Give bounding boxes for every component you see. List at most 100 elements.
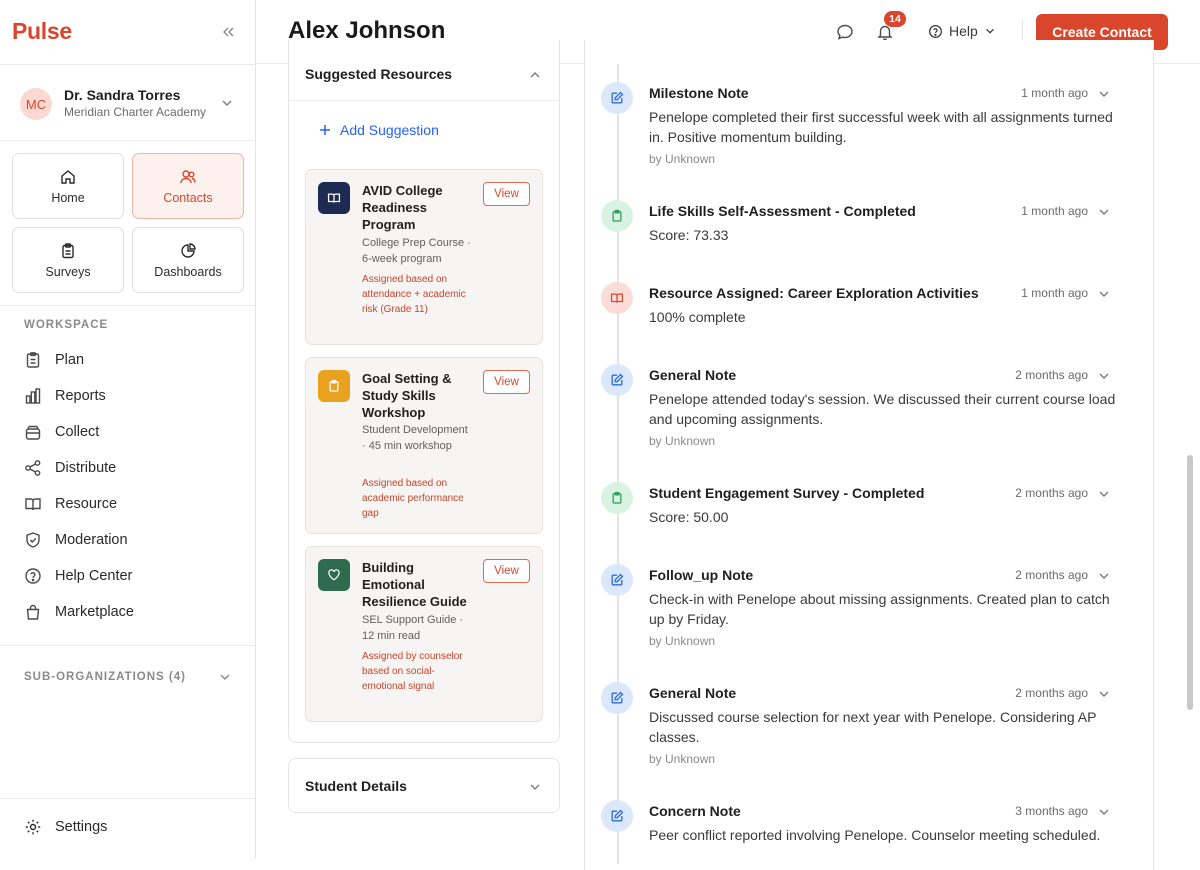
timeline-entry-author: by Unknown bbox=[649, 434, 716, 448]
chevron-down-icon[interactable] bbox=[1097, 369, 1111, 383]
tile-label: Home bbox=[51, 190, 85, 205]
chevron-down-icon[interactable] bbox=[1097, 287, 1111, 301]
timeline-entry-body: Check-in with Penelope about missing ass… bbox=[649, 591, 1110, 627]
edit-icon bbox=[601, 800, 633, 832]
timeline-entry-title: General Note bbox=[649, 685, 737, 701]
resource-reason: Assigned based on attendance + academic … bbox=[362, 274, 466, 315]
tile-contacts[interactable]: Contacts bbox=[132, 153, 244, 219]
chevron-down-icon[interactable] bbox=[528, 780, 542, 794]
nav-item-help-center[interactable]: Help Center bbox=[24, 565, 132, 587]
clipboard-icon bbox=[601, 200, 633, 232]
plus-icon bbox=[319, 124, 331, 136]
resource-meta: SEL Support Guide · 12 min read bbox=[362, 614, 464, 642]
chevron-down-icon[interactable] bbox=[1097, 687, 1111, 701]
sub-organizations-toggle[interactable]: SUB-ORGANIZATIONS (4) bbox=[24, 670, 232, 684]
shield-check-icon bbox=[24, 531, 42, 549]
nav-item-reports[interactable]: Reports bbox=[24, 385, 106, 407]
org-switcher[interactable]: MC Dr. Sandra Torres Meridian Charter Ac… bbox=[20, 86, 240, 120]
student-details-panel[interactable]: Student Details bbox=[288, 758, 560, 813]
edit-icon bbox=[601, 682, 633, 714]
chevron-down-icon[interactable] bbox=[1097, 805, 1111, 819]
clipboard-list-icon bbox=[24, 351, 42, 369]
sidebar: Pulse MC Dr. Sandra Torres Meridian Char… bbox=[0, 0, 256, 859]
tile-label: Surveys bbox=[45, 264, 91, 279]
suggested-resources-panel: Suggested Resources Add Suggestion AVID … bbox=[288, 40, 560, 743]
edit-icon bbox=[601, 82, 633, 114]
nav-item-distribute[interactable]: Distribute bbox=[24, 457, 116, 479]
book-open-icon bbox=[601, 282, 633, 314]
timeline-entry-title: Student Engagement Survey - Completed bbox=[649, 485, 925, 501]
chevron-down-icon[interactable] bbox=[1097, 205, 1111, 219]
nav-label: Marketplace bbox=[55, 604, 134, 620]
heart-icon bbox=[318, 559, 350, 591]
notification-badge: 14 bbox=[884, 11, 906, 27]
shopping-bag-icon bbox=[24, 603, 42, 621]
panel-title: Suggested Resources bbox=[305, 66, 453, 82]
help-menu[interactable]: Help bbox=[928, 23, 996, 39]
timeline-entry-time: 1 month ago bbox=[1021, 204, 1088, 218]
share-icon bbox=[24, 459, 42, 477]
timeline-entry-title: General Note bbox=[649, 367, 737, 383]
nav-label: Resource bbox=[55, 496, 118, 512]
view-button[interactable]: View bbox=[483, 182, 530, 206]
collapse-sidebar-icon[interactable] bbox=[220, 24, 236, 40]
gear-icon bbox=[24, 818, 42, 836]
resource-card: Building Emotional Resilience Guide SEL … bbox=[305, 546, 543, 722]
timeline-entry-title: Milestone Note bbox=[649, 85, 749, 101]
help-label: Help bbox=[949, 23, 978, 39]
settings-link[interactable]: Settings bbox=[24, 818, 107, 836]
settings-label: Settings bbox=[55, 819, 108, 835]
timeline-entry-body: Peer conflict reported involving Penelop… bbox=[649, 827, 1101, 843]
clipboard-icon bbox=[59, 242, 77, 260]
clipboard-icon bbox=[318, 370, 350, 402]
timeline-entry-body: Score: 73.33 bbox=[649, 227, 729, 243]
timeline-entry-body: Penelope attended today's session. We di… bbox=[649, 391, 1116, 427]
nav-item-resource[interactable]: Resource bbox=[24, 493, 117, 515]
tile-surveys[interactable]: Surveys bbox=[12, 227, 124, 293]
edit-icon bbox=[601, 364, 633, 396]
timeline-entry-time: 2 months ago bbox=[1015, 568, 1088, 582]
nav-item-plan[interactable]: Plan bbox=[24, 349, 84, 371]
view-button[interactable]: View bbox=[483, 370, 530, 394]
chevron-down-icon[interactable] bbox=[1097, 487, 1111, 501]
chevron-down-icon bbox=[220, 96, 234, 110]
chat-icon[interactable] bbox=[836, 23, 854, 41]
tile-dashboards[interactable]: Dashboards bbox=[132, 227, 244, 293]
nav-item-collect[interactable]: Collect bbox=[24, 421, 99, 443]
tile-label: Contacts bbox=[163, 190, 213, 205]
edit-icon bbox=[601, 564, 633, 596]
timeline-entry-time: 2 months ago bbox=[1015, 686, 1088, 700]
nav-item-moderation[interactable]: Moderation bbox=[24, 529, 128, 551]
timeline-entry-time: 1 month ago bbox=[1021, 286, 1088, 300]
book-icon bbox=[24, 495, 42, 513]
scrollbar[interactable] bbox=[1187, 455, 1193, 710]
workspace-label: WORKSPACE bbox=[24, 319, 109, 331]
add-suggestion-label: Add Suggestion bbox=[340, 122, 439, 138]
resource-reason: Assigned by counselor based on social-em… bbox=[362, 651, 463, 692]
org-name: Meridian Charter Academy bbox=[64, 105, 207, 119]
chevron-down-icon[interactable] bbox=[1097, 569, 1111, 583]
nav-label: Distribute bbox=[55, 460, 117, 476]
resource-meta: College Prep Course · 6-week program bbox=[362, 237, 471, 265]
chevron-up-icon[interactable] bbox=[528, 68, 542, 82]
nav-label: Moderation bbox=[55, 532, 128, 548]
tile-home[interactable]: Home bbox=[12, 153, 124, 219]
timeline-entry-title: Follow_up Note bbox=[649, 567, 754, 583]
chevron-down-icon bbox=[984, 25, 996, 37]
resource-card: AVID College Readiness Program College P… bbox=[305, 169, 543, 345]
app-logo[interactable]: Pulse bbox=[12, 18, 72, 45]
avatar: MC bbox=[20, 88, 52, 120]
timeline-entry-body: 100% complete bbox=[649, 309, 746, 325]
view-button[interactable]: View bbox=[483, 559, 530, 583]
add-suggestion-button[interactable]: Add Suggestion bbox=[319, 122, 439, 138]
timeline-line bbox=[617, 64, 619, 864]
bar-chart-icon bbox=[24, 387, 42, 405]
chevron-down-icon[interactable] bbox=[1097, 87, 1111, 101]
resource-card: Goal Setting & Study Skills Workshop Stu… bbox=[305, 357, 543, 534]
nav-item-marketplace[interactable]: Marketplace bbox=[24, 601, 134, 623]
sub-organizations-label: SUB-ORGANIZATIONS (4) bbox=[24, 671, 186, 683]
timeline-entry-body: Score: 50.00 bbox=[649, 509, 729, 525]
inbox-icon bbox=[24, 423, 42, 441]
timeline-entry-time: 2 months ago bbox=[1015, 368, 1088, 382]
timeline-entry-time: 2 months ago bbox=[1015, 486, 1088, 500]
